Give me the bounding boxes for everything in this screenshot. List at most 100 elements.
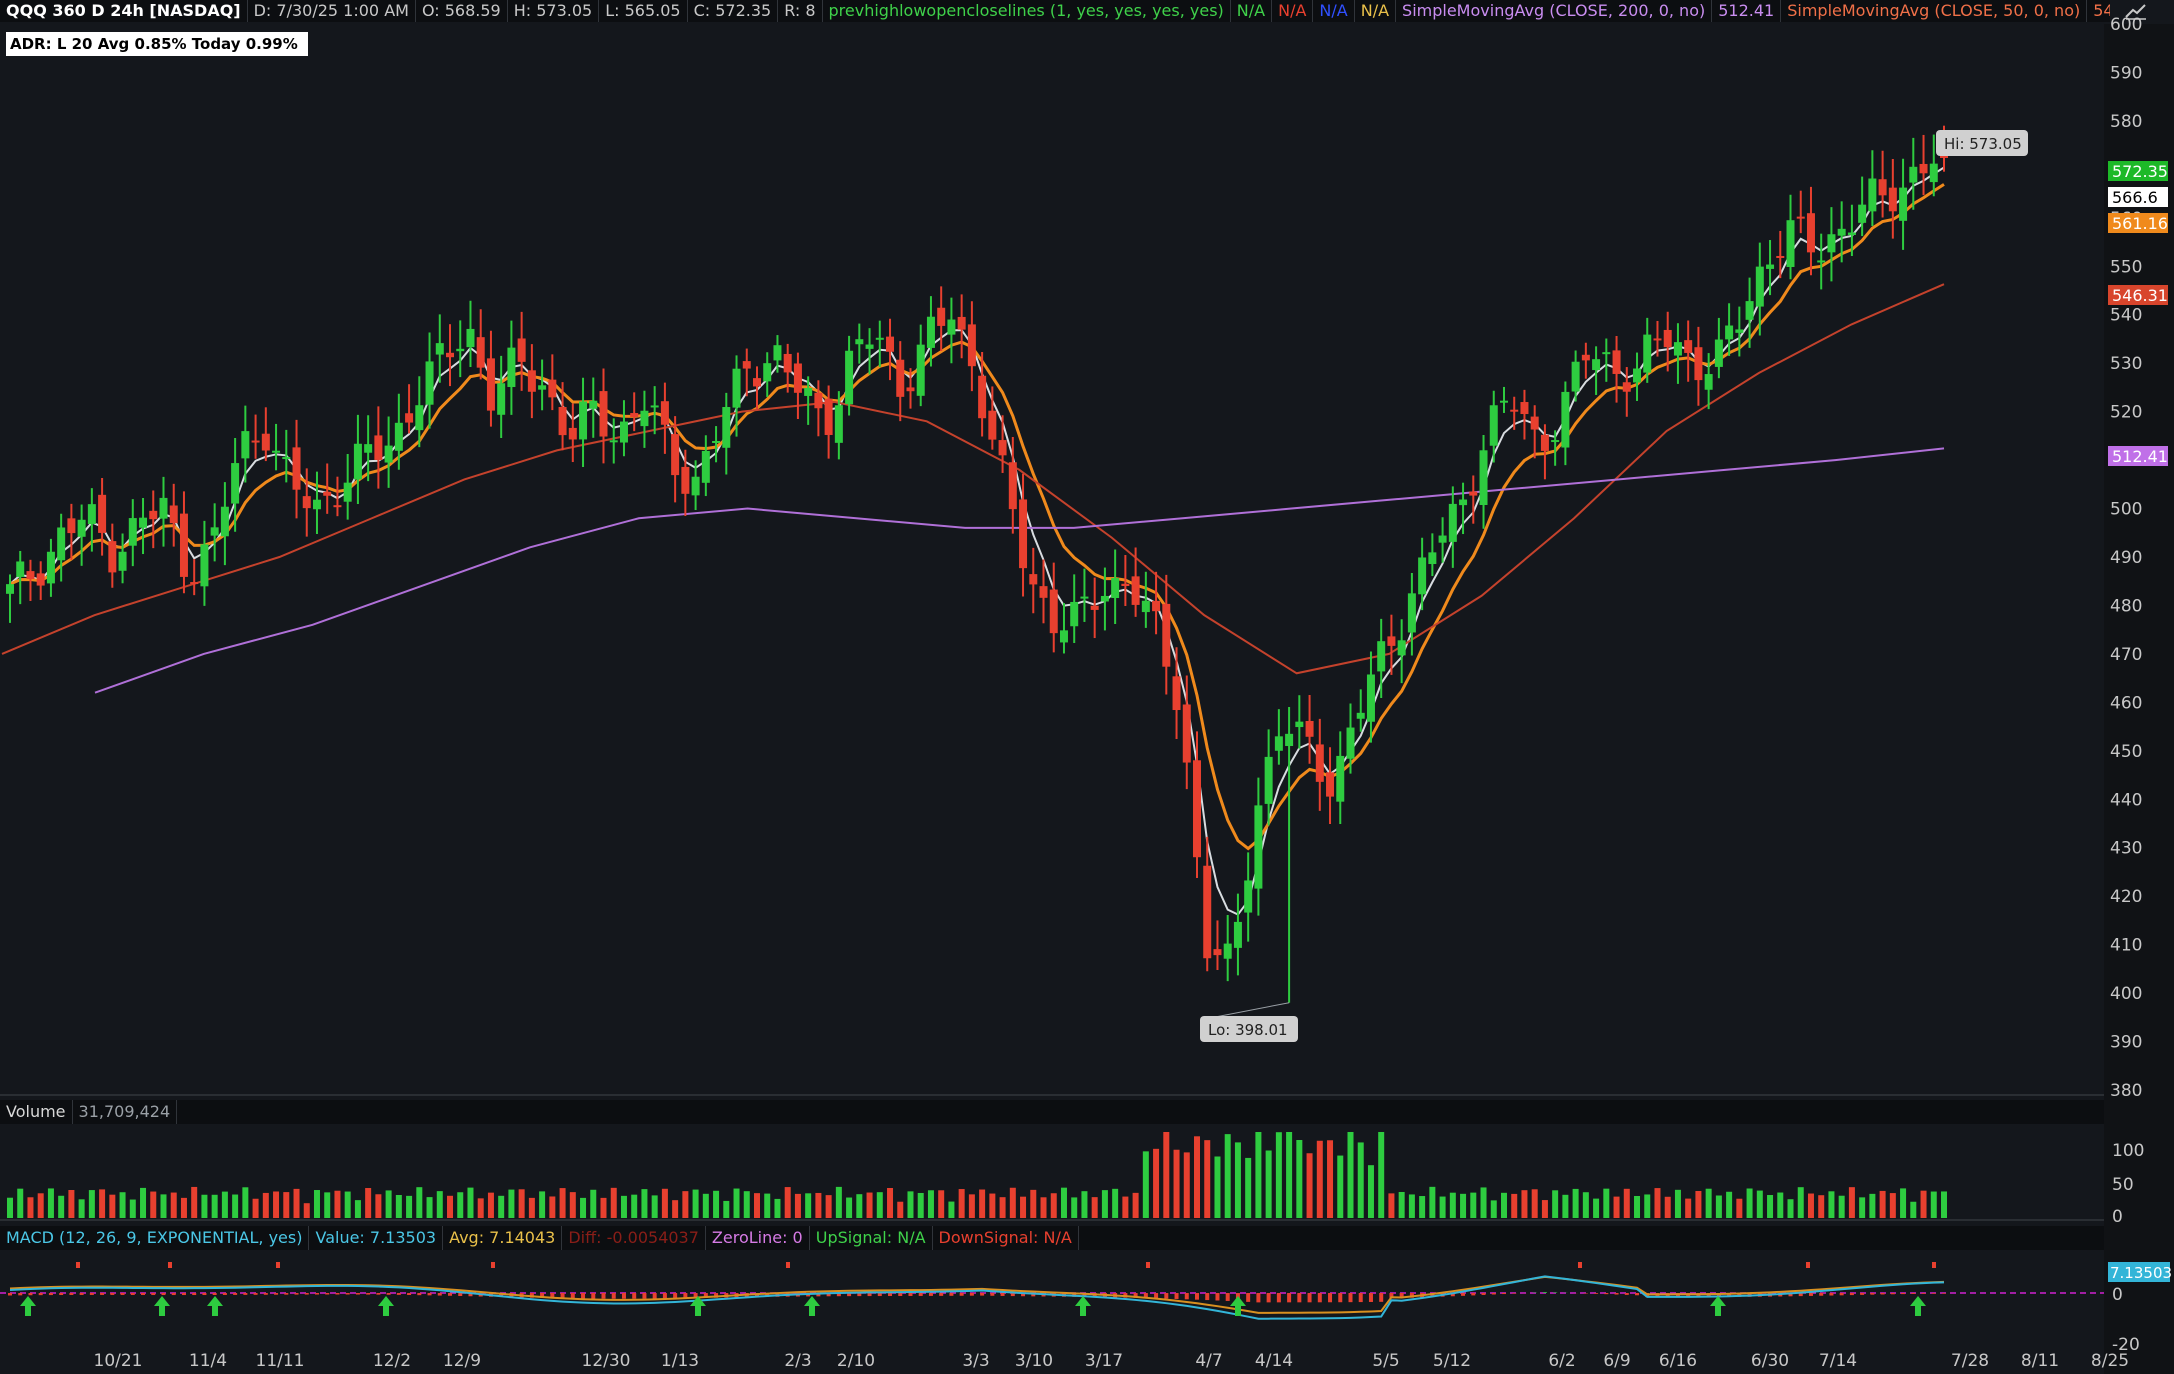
volume-bar xyxy=(989,1193,996,1218)
volume-bar xyxy=(99,1189,106,1218)
volume-bar xyxy=(1306,1153,1313,1218)
volume-bar xyxy=(273,1191,280,1218)
candle-body xyxy=(671,434,680,476)
macd-histogram-bar xyxy=(294,1293,299,1295)
macd-histogram-bar xyxy=(1911,1293,1916,1294)
candle-body xyxy=(200,544,209,587)
candle-body xyxy=(1141,600,1150,613)
macd-label[interactable]: MACD (12, 26, 9, EXPONENTIAL, yes) xyxy=(0,1226,310,1250)
macd-histogram-bar xyxy=(877,1293,882,1297)
macd-histogram-bar xyxy=(1542,1292,1547,1293)
macd-histogram-bar xyxy=(1491,1293,1496,1295)
candle-body xyxy=(1806,213,1815,253)
study-label-sma200[interactable]: SimpleMovingAvg (CLOSE, 200, 0, no) xyxy=(1396,0,1713,22)
macd-histogram-bar xyxy=(253,1293,258,1295)
candle-body xyxy=(1827,234,1836,253)
time-tick-label: 1/13 xyxy=(661,1351,699,1371)
macd-histogram-bar xyxy=(1901,1293,1906,1295)
volume-bar xyxy=(1429,1186,1436,1218)
candle-body xyxy=(57,527,66,561)
candle-body xyxy=(1694,347,1703,381)
candle-body xyxy=(364,444,373,453)
macd-histogram-bar xyxy=(1594,1293,1599,1294)
bar-close: C: 572.35 xyxy=(688,0,779,22)
volume-bar xyxy=(1316,1140,1323,1218)
macd-value: Value: 7.13503 xyxy=(309,1226,444,1250)
candle-body xyxy=(1459,499,1468,506)
volume-bar xyxy=(1941,1191,1947,1218)
volume-bar xyxy=(78,1199,85,1218)
volume-bar xyxy=(805,1193,812,1218)
macd-histogram-bar xyxy=(1205,1293,1210,1301)
volume-bar xyxy=(528,1197,535,1218)
time-tick-label: 7/14 xyxy=(1819,1351,1857,1371)
chart-canvas: 3803904004104204304404504604704804905005… xyxy=(0,0,2174,1374)
macd-histogram-bar xyxy=(1338,1293,1343,1303)
candle-body xyxy=(1346,727,1355,759)
macd-downsignal: DownSignal: N/A xyxy=(933,1226,1079,1250)
study-label-prevhighlow[interactable]: prevhighlowopencloselines (1, yes, yes, … xyxy=(823,0,1231,22)
macd-histogram-bar xyxy=(1307,1293,1312,1303)
bar-high: H: 573.05 xyxy=(508,0,600,22)
candle-body xyxy=(1090,605,1099,610)
volume-bar xyxy=(1777,1192,1784,1218)
macd-histogram-bar xyxy=(192,1293,197,1296)
candle-body xyxy=(896,359,905,397)
macd-histogram-bar xyxy=(1195,1293,1200,1300)
candle-body xyxy=(1182,704,1191,763)
price-tick-label: 470 xyxy=(2110,645,2142,665)
volume-bar xyxy=(979,1189,986,1218)
volume-label[interactable]: Volume xyxy=(0,1100,73,1124)
volume-bar xyxy=(1879,1190,1886,1218)
candle-body xyxy=(1633,368,1642,383)
candle-body xyxy=(1602,352,1611,355)
symbol-label[interactable]: QQQ 360 D 24h [NASDAQ] xyxy=(0,0,248,22)
chart-style-icon[interactable] xyxy=(2124,2,2148,20)
candle-body xyxy=(1735,329,1744,333)
volume-bar xyxy=(1797,1187,1804,1218)
macd-histogram-bar xyxy=(1931,1293,1936,1294)
candle-body xyxy=(67,518,76,534)
volume-bar xyxy=(774,1198,781,1218)
macd-histogram-bar xyxy=(100,1293,105,1295)
macd-histogram-bar xyxy=(376,1293,381,1295)
candle-body xyxy=(1019,499,1028,569)
volume-bar xyxy=(354,1200,361,1218)
candle-body xyxy=(527,370,536,392)
volume-bar xyxy=(109,1194,116,1218)
volume-bar xyxy=(242,1187,249,1218)
volume-bar xyxy=(825,1195,832,1218)
candle-body xyxy=(415,405,424,431)
candle-body xyxy=(333,505,342,508)
volume-bar xyxy=(1726,1191,1733,1218)
volume-bar xyxy=(17,1188,24,1218)
study-value-4: N/A xyxy=(1355,0,1397,22)
macd-histogram-bar xyxy=(345,1293,350,1295)
price-label-text: 566.6 xyxy=(2112,188,2158,207)
candle-body xyxy=(1530,416,1539,430)
candle-body xyxy=(660,401,669,425)
bar-range: R: 8 xyxy=(778,0,823,22)
macd-histogram-bar xyxy=(366,1293,371,1295)
volume-bar xyxy=(334,1190,341,1218)
volume-bar xyxy=(47,1188,54,1218)
candle-body xyxy=(1499,400,1508,403)
macd-histogram-bar xyxy=(89,1293,94,1295)
volume-bar xyxy=(1439,1196,1446,1218)
candle-body xyxy=(77,519,86,537)
volume-bar xyxy=(1357,1142,1364,1218)
candle-body xyxy=(486,358,495,411)
volume-bar xyxy=(1020,1196,1027,1218)
bar-date: D: 7/30/25 1:00 AM xyxy=(248,0,416,22)
study-label-sma50[interactable]: SimpleMovingAvg (CLOSE, 50, 0, no) xyxy=(1781,0,2088,22)
volume-bar xyxy=(1367,1165,1374,1218)
candle-body xyxy=(1366,674,1375,722)
volume-bar xyxy=(508,1189,515,1218)
volume-bar xyxy=(467,1187,474,1218)
volume-tick-label: 100 xyxy=(2112,1141,2144,1161)
price-tick-label: 490 xyxy=(2110,548,2142,568)
volume-bar xyxy=(1920,1190,1927,1218)
candle-body xyxy=(548,379,557,398)
volume-bar xyxy=(498,1195,505,1218)
time-axis: 10/21 11/4 11/11 12/2 12/9 12/30 1/13 2/3 2/10 3/… xyxy=(94,1351,2130,1371)
